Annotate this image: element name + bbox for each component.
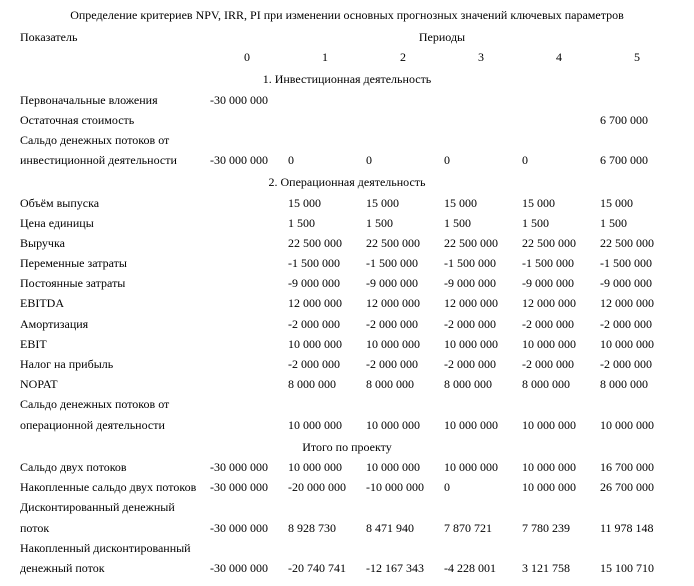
table-row: Объём выпуска15 00015 00015 00015 00015 … — [18, 193, 676, 213]
section-3: Итого по проекту — [18, 435, 676, 457]
table-row: Выручка22 500 00022 500 00022 500 00022 … — [18, 233, 676, 253]
table-row: Сальдо двух потоков-30 000 00010 000 000… — [18, 457, 676, 477]
table-row: Сальдо денежных потоков от — [18, 394, 676, 414]
table-row: поток-30 000 0008 928 7308 471 9407 870 … — [18, 518, 676, 538]
col-p5: 5 — [598, 47, 676, 67]
col-p1: 1 — [286, 47, 364, 67]
table-row: денежный поток-30 000 000-20 740 741-12 … — [18, 558, 676, 578]
col-p0: 0 — [208, 47, 286, 67]
col-periods: Периоды — [208, 27, 676, 47]
col-p3: 3 — [442, 47, 520, 67]
table-row: EBITDA12 000 00012 000 00012 000 00012 0… — [18, 293, 676, 313]
table-row: Амортизация-2 000 000-2 000 000-2 000 00… — [18, 314, 676, 334]
table-row: Постоянные затраты-9 000 000-9 000 000-9… — [18, 273, 676, 293]
table-row: Цена единицы1 5001 5001 5001 5001 500 — [18, 213, 676, 233]
table-row: Накопленный дисконтированный — [18, 538, 676, 558]
financial-table: Показатель Периоды 0 1 2 3 4 5 1. Инвест… — [18, 27, 676, 578]
col-p4: 4 — [520, 47, 598, 67]
col-p2: 2 — [364, 47, 442, 67]
col-indicator: Показатель — [18, 27, 208, 67]
section-2: 2. Операционная деятельность — [18, 170, 676, 192]
table-row: Налог на прибыль-2 000 000-2 000 000-2 0… — [18, 354, 676, 374]
table-row: Первоначальные вложения-30 000 000 — [18, 90, 676, 110]
table-row: NOPAT8 000 0008 000 0008 000 0008 000 00… — [18, 374, 676, 394]
table-row: Переменные затраты-1 500 000-1 500 000-1… — [18, 253, 676, 273]
table-title: Определение критериев NPV, IRR, PI при и… — [18, 8, 676, 23]
table-row: Дисконтированный денежный — [18, 497, 676, 517]
table-row: инвестиционной деятельности-30 000 00000… — [18, 150, 676, 170]
table-row: Сальдо денежных потоков от — [18, 130, 676, 150]
table-row: EBIT10 000 00010 000 00010 000 00010 000… — [18, 334, 676, 354]
table-row: операционной деятельности10 000 00010 00… — [18, 415, 676, 435]
table-row: Накопленные сальдо двух потоков-30 000 0… — [18, 477, 676, 497]
table-row: Остаточная стоимость6 700 000 — [18, 110, 676, 130]
section-1: 1. Инвестиционная деятельность — [18, 67, 676, 89]
